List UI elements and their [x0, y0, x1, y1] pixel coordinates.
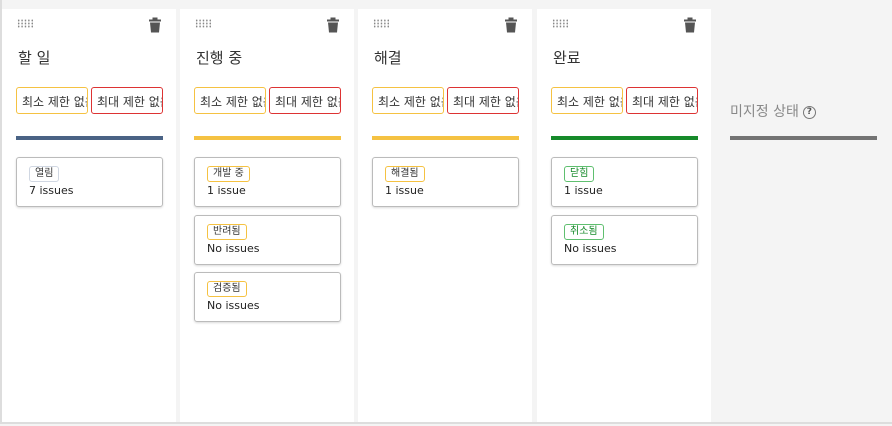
status-badge: 취소됨 [564, 223, 604, 240]
column-2: 해결 최소 제한 없음 최대 제한 없음 해결됨 1 issue [358, 9, 532, 422]
issue-count: No issues [207, 241, 260, 255]
column-title: 완료 [553, 49, 581, 67]
status-card[interactable]: 반려됨 No issues [194, 214, 341, 265]
column-3: 완료 최소 제한 없음 최대 제한 없음 닫힘 1 issue 취소됨 No i… [537, 9, 711, 422]
column-title: 할 일 [18, 49, 51, 67]
issue-count: 1 issue [385, 184, 424, 197]
unset-status-label: 미지정 상태? [730, 101, 816, 121]
column-color-bar [16, 136, 163, 140]
drag-handle-icon[interactable] [17, 19, 34, 28]
unset-status-text: 미지정 상태 [730, 104, 799, 120]
help-icon[interactable]: ? [802, 106, 816, 119]
status-badge: 개발 중 [207, 166, 250, 182]
status-badge: 검증됨 [207, 281, 247, 297]
delete-icon[interactable] [148, 17, 162, 33]
status-card[interactable]: 검증됨 No issues [194, 272, 341, 322]
issue-count: 1 issue [207, 184, 246, 197]
unset-status-bar [730, 136, 877, 140]
issue-count: No issues [207, 299, 260, 312]
delete-icon[interactable] [326, 17, 340, 33]
status-card[interactable]: 취소됨 No issues [551, 214, 698, 265]
drag-handle-icon[interactable] [195, 19, 212, 28]
status-badge: 열림 [29, 166, 60, 182]
column-title: 진행 중 [196, 49, 243, 67]
delete-icon[interactable] [683, 17, 697, 33]
status-badge: 반려됨 [207, 223, 247, 240]
column-title: 해결 [374, 49, 402, 67]
max-limit-input[interactable]: 최대 제한 없음 [626, 87, 698, 114]
delete-icon[interactable] [504, 17, 518, 33]
column-0: 할 일 최소 제한 없음 최대 제한 없음 열림 7 issues [2, 9, 176, 422]
column-color-bar [551, 136, 698, 140]
status-card[interactable]: 닫힘 1 issue [551, 157, 698, 207]
issue-count: 7 issues [29, 184, 74, 197]
issue-count: 1 issue [564, 184, 603, 197]
min-limit-input[interactable]: 최소 제한 없음 [551, 87, 623, 114]
status-card[interactable]: 개발 중 1 issue [194, 157, 341, 207]
min-limit-input[interactable]: 최소 제한 없음 [194, 87, 266, 114]
issue-count: No issues [564, 241, 617, 255]
drag-handle-icon[interactable] [373, 19, 390, 28]
column-1: 진행 중 최소 제한 없음 최대 제한 없음 개발 중 1 issue 반려됨 … [180, 9, 354, 422]
status-card[interactable]: 해결됨 1 issue [372, 157, 519, 207]
max-limit-input[interactable]: 최대 제한 없음 [269, 87, 341, 114]
max-limit-input[interactable]: 최대 제한 없음 [447, 87, 519, 114]
status-badge: 닫힘 [564, 166, 595, 182]
min-limit-input[interactable]: 최소 제한 없음 [16, 87, 88, 114]
drag-handle-icon[interactable] [552, 19, 569, 28]
status-card[interactable]: 열림 7 issues [16, 157, 163, 207]
column-color-bar [372, 136, 519, 140]
min-limit-input[interactable]: 최소 제한 없음 [372, 87, 444, 114]
status-badge: 해결됨 [385, 166, 425, 182]
max-limit-input[interactable]: 최대 제한 없음 [91, 87, 163, 114]
column-color-bar [194, 136, 341, 140]
